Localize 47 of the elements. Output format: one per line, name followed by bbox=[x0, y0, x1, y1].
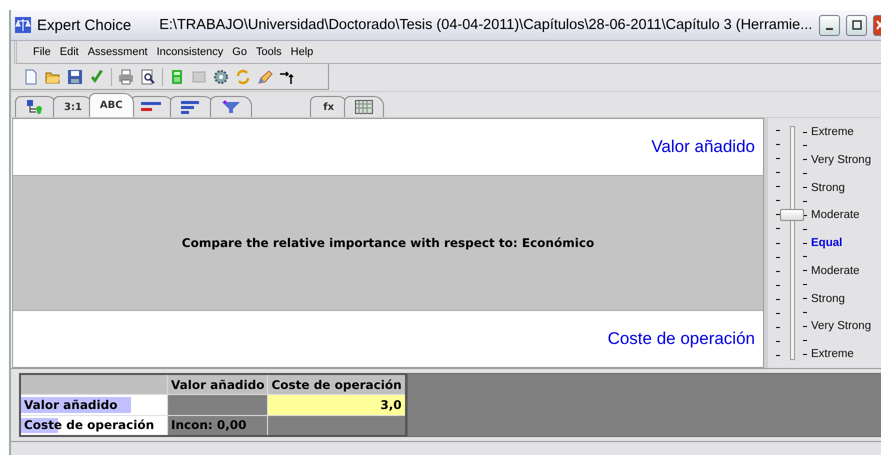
menu-item[interactable]: Edit bbox=[60, 46, 79, 58]
slider-thumb[interactable] bbox=[780, 209, 804, 221]
printer-icon[interactable] bbox=[118, 68, 134, 84]
scale-label: Very Strong bbox=[811, 154, 872, 166]
check-arrow-icon[interactable] bbox=[89, 68, 105, 84]
file-path: E:\TRABAJO\Universidad\Doctorado\Tesis (04-04-2011)\Capítulos\28-06-2011\Capítulo 3 (Herramie... bbox=[159, 17, 813, 33]
element-name: Coste de operación bbox=[608, 329, 755, 349]
scale-label: Strong bbox=[811, 292, 845, 304]
scale-label: Extreme bbox=[811, 126, 854, 138]
minimize-button[interactable] bbox=[819, 14, 840, 36]
app-name: Expert Choice bbox=[37, 16, 132, 34]
scale-label: Extreme bbox=[811, 348, 854, 360]
funnel-icon bbox=[220, 100, 241, 114]
tab[interactable] bbox=[210, 96, 252, 117]
row-header: Coste de operación bbox=[24, 418, 154, 432]
grid-icon bbox=[354, 100, 373, 114]
scale-label: Very Strong bbox=[811, 320, 872, 332]
element-name: Valor añadido bbox=[651, 137, 755, 157]
arrows-icon[interactable] bbox=[279, 68, 295, 84]
minimize-icon bbox=[826, 28, 833, 30]
inconsistency-cell: Incon: 0,00 bbox=[168, 415, 268, 436]
column-header: Coste de operación bbox=[268, 374, 406, 395]
table-cell[interactable]: 3,0 bbox=[268, 394, 406, 416]
pencil-icon[interactable] bbox=[257, 68, 273, 84]
row-header: Valor añadido bbox=[24, 398, 118, 412]
tab[interactable] bbox=[344, 96, 384, 117]
column-header: Valor añadido bbox=[168, 374, 268, 395]
scale-label: Moderate bbox=[811, 264, 860, 277]
bar-chart-icon bbox=[140, 101, 163, 113]
tab[interactable]: ABC bbox=[88, 93, 134, 117]
menu-item[interactable]: Assessment bbox=[88, 46, 148, 58]
menu-item[interactable]: Help bbox=[290, 46, 314, 58]
scale-label: Equal bbox=[811, 237, 842, 249]
scales-icon bbox=[15, 17, 31, 33]
maximize-icon bbox=[852, 20, 862, 30]
comparison-question: Compare the relative importance with respect to: Económico bbox=[182, 236, 594, 250]
gear-icon[interactable] bbox=[213, 68, 229, 84]
menu-item[interactable]: Go bbox=[232, 46, 247, 58]
scale-label: Strong bbox=[811, 182, 845, 194]
menu-item[interactable]: Tools bbox=[256, 46, 282, 58]
print-preview-icon[interactable] bbox=[140, 68, 156, 84]
menu-item[interactable]: Inconsistency bbox=[156, 46, 224, 58]
maximize-button[interactable] bbox=[846, 14, 867, 36]
scale-label: Moderate bbox=[811, 209, 860, 222]
menu-item[interactable]: File bbox=[33, 46, 51, 58]
calculator-icon[interactable] bbox=[169, 68, 185, 84]
new-file-icon[interactable] bbox=[23, 68, 39, 84]
